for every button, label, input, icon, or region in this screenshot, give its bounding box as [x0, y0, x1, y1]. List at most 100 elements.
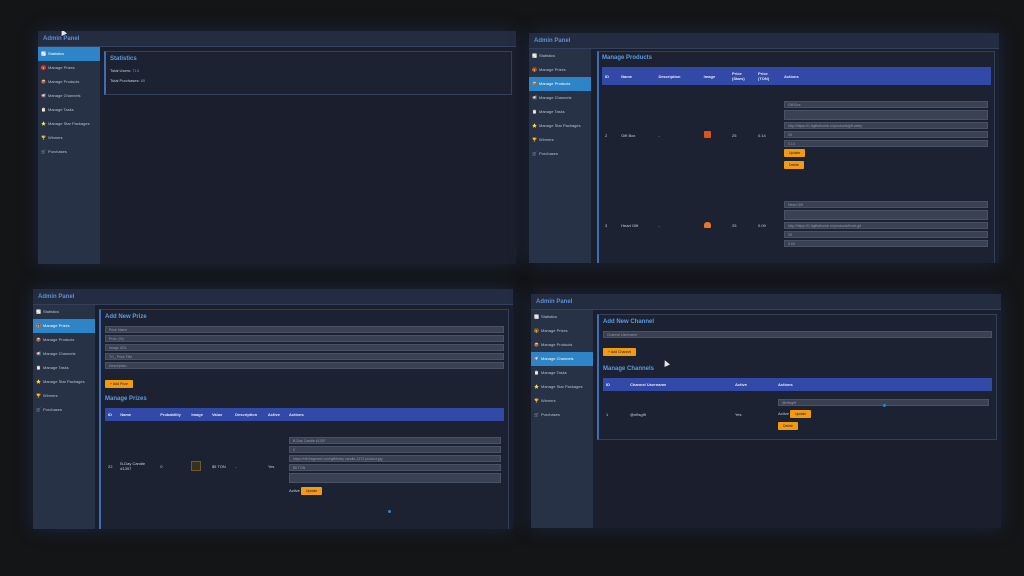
- product-price-ton-input[interactable]: 0.14: [784, 140, 988, 147]
- col-id: ID: [105, 408, 118, 421]
- sidebar: 📈 Statistics 🎁 Manage Prizes 📦 Manage Produ…: [33, 305, 95, 529]
- sidebar-item-statistics[interactable]: 📈 Statistics: [529, 49, 591, 63]
- gift-icon: 🎁: [534, 328, 539, 333]
- active-checkbox-label[interactable]: Active: [289, 488, 300, 493]
- update-button[interactable]: Update: [790, 409, 812, 418]
- sidebar-item-star-packages[interactable]: ⭐ Manage Star Packages: [531, 380, 593, 394]
- prize-probability-input[interactable]: Prob. (%): [105, 335, 504, 342]
- sidebar-item-winners[interactable]: 🏆 Winners: [531, 394, 593, 408]
- col-channel-username: Channel Username: [627, 378, 732, 391]
- col-description: Description: [232, 408, 265, 421]
- update-button[interactable]: Update: [301, 487, 323, 495]
- product-price-stars-input[interactable]: 25: [784, 131, 988, 138]
- main-content: Manage Products ID Name Description Imag…: [597, 51, 995, 263]
- main-content: Statistics Total Users: 713 Total Purcha…: [104, 51, 512, 264]
- sidebar-item-statistics[interactable]: 📈 Statistics: [33, 305, 95, 319]
- active-checkbox-label[interactable]: Active: [778, 411, 789, 416]
- product-description-input[interactable]: [784, 110, 988, 120]
- row-actions: Heart Gift http://https://i1.tlgiftsthum…: [781, 185, 991, 263]
- col-value: Value: [208, 408, 233, 421]
- sidebar-item-purchases[interactable]: 🛒 Purchases: [529, 147, 591, 161]
- sidebar-item-prizes[interactable]: 🎁 Manage Prizes: [33, 319, 95, 333]
- prize-description-edit[interactable]: [289, 473, 501, 483]
- main-content: Add New Channel Channel Username + Add C…: [597, 314, 997, 528]
- col-description: Description: [655, 67, 701, 85]
- channels-section: Add New Channel Channel Username + Add C…: [597, 314, 997, 440]
- trophy-icon: 🏆: [532, 137, 537, 142]
- sidebar-item-purchases[interactable]: 🛒 Purchases: [531, 408, 593, 422]
- sidebar-item-prizes[interactable]: 🎁 Manage Prizes: [38, 61, 100, 75]
- sidebar-item-products[interactable]: 📦 Manage Products: [33, 333, 95, 347]
- sidebar-item-products[interactable]: 📦 Manage Products: [531, 338, 593, 352]
- prize-image-input[interactable]: Image URL: [105, 344, 504, 351]
- sidebar-item-products[interactable]: 📦 Manage Products: [529, 77, 591, 91]
- delete-button[interactable]: Delete: [778, 421, 799, 430]
- star-icon: ⭐: [36, 379, 41, 384]
- sidebar-item-winners[interactable]: 🏆 Winners: [38, 131, 100, 145]
- sidebar-item-channels[interactable]: 📢 Manage Channels: [33, 347, 95, 361]
- panel-channels: Admin Panel 📈 Statistics 🎁 Manage Prizes 📦…: [531, 294, 1001, 528]
- product-description-input[interactable]: [784, 210, 988, 220]
- prize-name-input[interactable]: Prize Name: [105, 326, 504, 333]
- col-active: Active: [732, 378, 775, 391]
- sidebar-item-tasks[interactable]: 📋 Manage Tasks: [531, 366, 593, 380]
- prize-name-edit[interactable]: B-Day Candle #1397: [289, 437, 501, 444]
- box-icon: 📦: [41, 79, 46, 84]
- sidebar-item-star-packages[interactable]: ⭐ Manage Star Packages: [33, 375, 95, 389]
- tasks-icon: 📋: [41, 107, 46, 112]
- sidebar-item-star-packages[interactable]: ⭐ Manage Star Packages: [38, 117, 100, 131]
- sidebar-item-statistics[interactable]: 📈 Statistics: [531, 310, 593, 324]
- product-name-input[interactable]: Gift Box: [784, 101, 988, 108]
- prize-title-input[interactable]: TG_ Prize Title: [105, 353, 504, 360]
- sidebar-item-winners[interactable]: 🏆 Winners: [33, 389, 95, 403]
- sidebar-item-winners[interactable]: 🏆 Winners: [529, 133, 591, 147]
- col-id: ID: [602, 67, 619, 85]
- cart-icon: 🛒: [36, 407, 41, 412]
- cart-icon: 🛒: [534, 412, 539, 417]
- product-price-ton-input[interactable]: 0.09: [784, 240, 988, 247]
- delete-button[interactable]: Delete: [784, 161, 805, 169]
- tasks-icon: 📋: [36, 365, 41, 370]
- sidebar: 📈 Statistics 🎁 Manage Prizes 📦 Manage Produ…: [531, 310, 593, 528]
- update-button[interactable]: Update: [784, 149, 806, 157]
- prize-description-input[interactable]: Description: [105, 362, 504, 369]
- add-prize-button[interactable]: + Add Prize: [105, 380, 133, 388]
- prize-image-edit[interactable]: https://nft.fragment.com/gift/bday candl…: [289, 455, 501, 462]
- product-image-input[interactable]: http://https://i1.tlgiftsthumb.ru/produc…: [784, 122, 988, 129]
- sidebar-item-tasks[interactable]: 📋 Manage Tasks: [38, 103, 100, 117]
- trophy-icon: 🏆: [36, 393, 41, 398]
- panel-statistics: Admin Panel 📈 Statistics 🎁 Manage Prizes 📦…: [38, 31, 516, 264]
- sidebar-item-prizes[interactable]: 🎁 Manage Prizes: [531, 324, 593, 338]
- sidebar-item-channels[interactable]: 📢 Manage Channels: [529, 91, 591, 105]
- sidebar-item-purchases[interactable]: 🛒 Purchases: [33, 403, 95, 417]
- product-price-stars-input[interactable]: 25: [784, 231, 988, 238]
- col-active: Active: [264, 408, 286, 421]
- product-name-input[interactable]: Heart Gift: [784, 201, 988, 208]
- status-dot: [388, 510, 391, 513]
- app-title: Admin Panel: [529, 33, 999, 49]
- sidebar-item-star-packages[interactable]: ⭐ Manage Star Packages: [529, 119, 591, 133]
- sidebar-item-channels[interactable]: 📢 Manage Channels: [38, 89, 100, 103]
- product-image-input[interactable]: http://https://i1.tlgiftsthumb.ru/produc…: [784, 222, 988, 229]
- sidebar-item-channels[interactable]: 📢 Manage Channels: [531, 352, 593, 366]
- star-icon: ⭐: [532, 123, 537, 128]
- add-channel-title: Add New Channel: [603, 319, 655, 325]
- sidebar-item-tasks[interactable]: 📋 Manage Tasks: [529, 105, 591, 119]
- gift-icon: [703, 131, 711, 138]
- sidebar-item-statistics[interactable]: 📈 Statistics: [38, 47, 100, 61]
- app-title: Admin Panel: [33, 289, 513, 305]
- prize-probability-edit[interactable]: 0: [289, 446, 501, 453]
- sidebar-item-products[interactable]: 📦 Manage Products: [38, 75, 100, 89]
- products-title: Manage Products: [602, 55, 653, 61]
- channel-username-input[interactable]: Channel Username: [603, 331, 992, 338]
- sidebar-item-prizes[interactable]: 🎁 Manage Prizes: [529, 63, 591, 77]
- sidebar-item-tasks[interactable]: 📋 Manage Tasks: [33, 361, 95, 375]
- add-channel-button[interactable]: + Add Channel: [603, 348, 637, 356]
- statistics-title: Statistics: [110, 56, 137, 62]
- sidebar: 📈 Statistics 🎁 Manage Prizes 📦 Manage Produ…: [38, 47, 100, 264]
- prize-value-edit[interactable]: $5 TON: [289, 464, 501, 471]
- megaphone-icon: 📢: [534, 356, 539, 361]
- col-actions: Actions: [781, 67, 991, 85]
- main-content: Add New Prize Prize Name Prob. (%) Image…: [99, 309, 509, 529]
- sidebar-item-purchases[interactable]: 🛒 Purchases: [38, 145, 100, 159]
